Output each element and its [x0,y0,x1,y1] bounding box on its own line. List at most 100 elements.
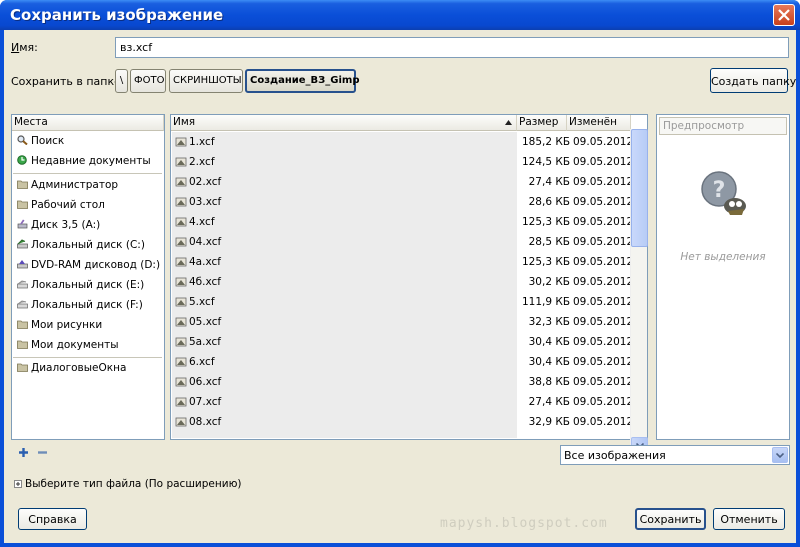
recent-icon [17,155,27,165]
help-button[interactable]: Справка [18,508,87,530]
place-floppy[interactable]: Диск 3,5 (A:) [13,216,163,236]
file-date: 09.05.2012 [573,416,634,428]
file-size: 27,4 КБ [528,396,570,408]
column-header-size[interactable]: Размер [517,115,567,131]
folder-icon [17,180,28,189]
xcf-file-icon [175,257,187,267]
path-button-screenshots[interactable]: СКРИНШОТЫ [169,69,243,93]
file-row[interactable]: 6.xcf 30,4 КБ 09.05.2012 [172,353,633,373]
file-size: 28,5 КБ [528,236,570,248]
file-size: 32,9 КБ [528,416,570,428]
file-row[interactable]: 5.xcf 111,9 КБ 09.05.2012 [172,293,634,313]
file-row[interactable]: 08.xcf 32,9 КБ 09.05.2012 [172,413,634,433]
xcf-file-icon [175,277,187,287]
xcf-file-icon [175,217,187,227]
file-row[interactable]: 06.xcf 38,8 КБ 09.05.2012 [172,373,633,393]
cancel-button[interactable]: Отменить [713,508,785,530]
title-bar[interactable]: Сохранить изображение [0,0,800,30]
xcf-file-icon [175,397,187,407]
file-row[interactable]: 4а.xcf 125,3 КБ 09.05.2012 [172,253,633,273]
file-list-scrollbar[interactable] [630,129,648,454]
file-row[interactable]: 05.xcf 32,3 КБ 09.05.2012 [172,313,633,333]
file-size: 30,4 КБ [528,336,570,348]
place-my-documents[interactable]: Мои документы [13,336,163,356]
file-name: 6.xcf [175,356,520,368]
places-panel: Места Поиск Недавние документы Администр… [11,114,165,440]
preview-header: Предпросмотр [659,117,787,135]
place-administrator[interactable]: Администратор [13,176,163,196]
file-date: 09.05.2012 [573,236,634,248]
place-drive-e[interactable]: Локальный диск (E:) [13,276,163,296]
place-desktop[interactable]: Рабочий стол [13,196,163,216]
file-name: 07.xcf [175,396,520,408]
file-row[interactable]: 4б.xcf 30,2 КБ 09.05.2012 [172,273,634,293]
places-separator [13,173,162,174]
place-dialog-windows[interactable]: ДиалоговыеОкна [13,359,163,379]
file-type-select[interactable]: Все изображения [560,445,790,465]
places-header[interactable]: Места [12,115,164,131]
preview-panel: Предпросмотр ? Нет выделения [656,114,790,440]
file-date: 09.05.2012 [573,216,634,228]
expander-plus-icon [14,480,22,488]
path-button-root[interactable]: \ [115,69,128,93]
floppy-icon [17,219,28,229]
xcf-file-icon [175,237,187,247]
place-dvd-d[interactable]: DVD-RAM дисковод (D:) [13,256,163,276]
sort-ascending-icon [505,120,512,125]
file-size: 125,3 КБ [522,216,571,228]
folder-icon [17,363,28,372]
file-date: 09.05.2012 [573,196,634,208]
save-button[interactable]: Сохранить [635,508,706,530]
xcf-file-icon [175,417,187,427]
remove-bookmark-icon[interactable] [37,447,48,458]
file-date: 09.05.2012 [573,276,634,288]
file-row[interactable]: 1.xcf 185,2 КБ 09.05.2012 [172,133,633,153]
file-row[interactable]: 04.xcf 28,5 КБ 09.05.2012 [172,233,634,253]
drive-icon [17,280,28,289]
path-button-foto[interactable]: ФОТО [130,69,166,93]
xcf-file-icon [175,177,187,187]
xcf-file-icon [175,137,187,147]
filename-input[interactable]: вз.xcf [115,37,789,58]
file-name: 05.xcf [175,316,520,328]
close-button[interactable] [773,4,795,26]
file-size: 125,3 КБ [522,256,571,268]
xcf-file-icon [175,197,187,207]
place-recent[interactable]: Недавние документы [13,152,163,172]
scrollbar-thumb[interactable] [631,129,648,247]
xcf-file-icon [175,317,187,327]
file-type-expander[interactable]: Выберите тип файла (По расширению) [14,478,242,490]
dialog-window: Сохранить изображение Имя: вз.xcf Сохран… [0,0,800,547]
xcf-file-icon [175,157,187,167]
place-search[interactable]: Поиск [13,132,163,152]
file-name: 02.xcf [175,176,520,188]
column-header-name[interactable]: Имя [171,115,517,131]
file-size: 30,2 КБ [528,276,570,288]
file-row[interactable]: 03.xcf 28,6 КБ 09.05.2012 [172,193,634,213]
file-row[interactable]: 5а.xcf 30,4 КБ 09.05.2012 [172,333,633,353]
folder-icon [17,340,28,349]
file-row[interactable]: 02.xcf 27,4 КБ 09.05.2012 [172,173,633,193]
file-name: 5а.xcf [175,336,520,348]
add-bookmark-icon[interactable] [18,447,29,458]
gimp-question-icon: ? [701,171,746,215]
path-button-current[interactable]: Создание_ВЗ_Gimp [245,69,359,93]
file-date: 09.05.2012 [573,296,634,308]
file-size: 124,5 КБ [522,156,571,168]
file-row[interactable]: 2.xcf 124,5 КБ 09.05.2012 [172,153,633,173]
file-type-dropdown-button[interactable] [772,447,788,463]
file-name: 4а.xcf [175,256,520,268]
place-my-pictures[interactable]: Мои рисунки [13,316,163,336]
watermark-text: mapysh.blogspot.com [440,516,608,531]
dvd-icon [17,260,28,269]
drive-icon [17,300,28,309]
xcf-file-icon [175,337,187,347]
folder-icon [17,320,28,329]
place-drive-f[interactable]: Локальный диск (F:) [13,296,163,316]
file-row[interactable]: 07.xcf 27,4 КБ 09.05.2012 [172,393,633,413]
create-folder-button[interactable]: Создать папку [710,68,796,93]
file-row[interactable]: 4.xcf 125,3 КБ 09.05.2012 [172,213,634,233]
column-header-modified[interactable]: Изменён [567,115,631,131]
place-drive-c[interactable]: Локальный диск (C:) [13,236,163,256]
file-name: 4.xcf [175,216,520,228]
